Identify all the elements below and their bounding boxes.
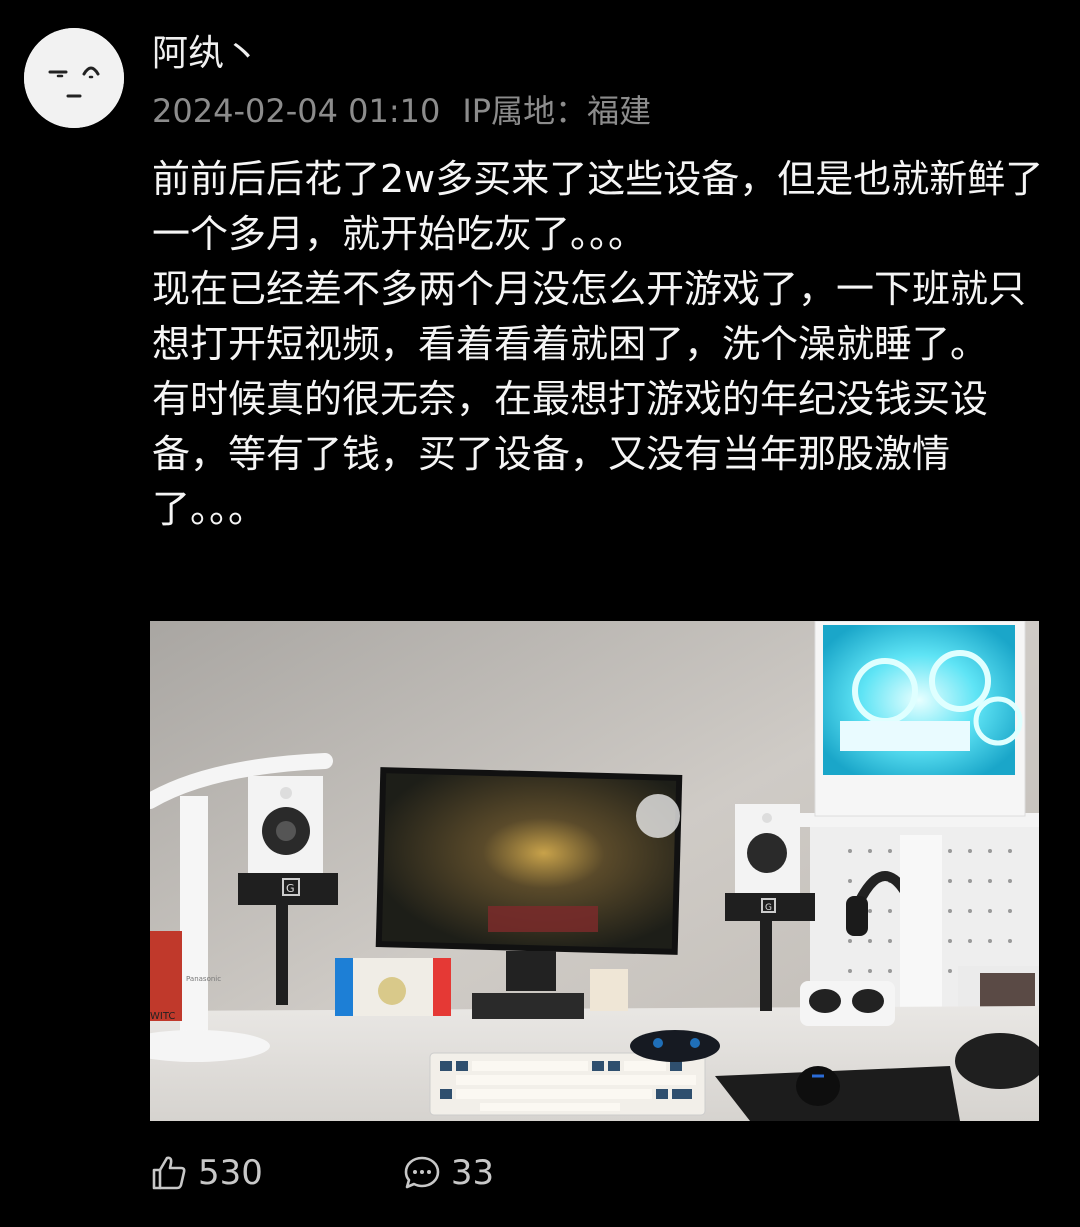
thumbs-up-icon <box>152 1156 186 1190</box>
lamp-brand: Panasonic <box>186 975 221 983</box>
avatar-face-icon <box>24 28 124 128</box>
like-button[interactable]: 530 <box>150 1153 263 1193</box>
gaming-setup-photo: Panasonic WITC G G <box>150 621 1039 1121</box>
speaker-logo-left: G <box>286 882 295 895</box>
like-count: 530 <box>198 1153 263 1193</box>
post-paragraph: 有时候真的很无奈，在最想打游戏的年纪没钱买设备，等有了钱，买了设备，又没有当年那… <box>152 377 989 531</box>
ip-location: IP属地：福建 <box>462 92 652 130</box>
post-meta: 2024-02-04 01:10 IP属地：福建 <box>152 86 651 132</box>
comment-count: 33 <box>450 1153 495 1193</box>
avatar[interactable] <box>24 28 124 128</box>
post-paragraph: 现在已经差不多两个月没怎么开游戏了，一下班就只想打开短视频，看着看着就困了，洗个… <box>152 267 1027 366</box>
action-bar: 530 33 <box>150 1148 494 1198</box>
comment-bubble-icon <box>404 1156 440 1189</box>
comment-button[interactable]: 33 <box>403 1153 494 1193</box>
post-image[interactable]: Panasonic WITC G G <box>150 621 1039 1121</box>
post-paragraph: 前前后后花了2w多买来了这些设备，但是也就新鲜了一个多月，就开始吃灰了。。。 <box>152 157 1044 256</box>
book-text: WITC <box>150 1011 175 1022</box>
speaker-logo-right: G <box>765 903 772 913</box>
author-name[interactable]: 阿纨丶 <box>152 24 260 76</box>
post-timestamp: 2024-02-04 01:10 <box>152 92 441 130</box>
post-body: 前前后后花了2w多买来了这些设备，但是也就新鲜了一个多月，就开始吃灰了。。。 现… <box>152 152 1052 537</box>
